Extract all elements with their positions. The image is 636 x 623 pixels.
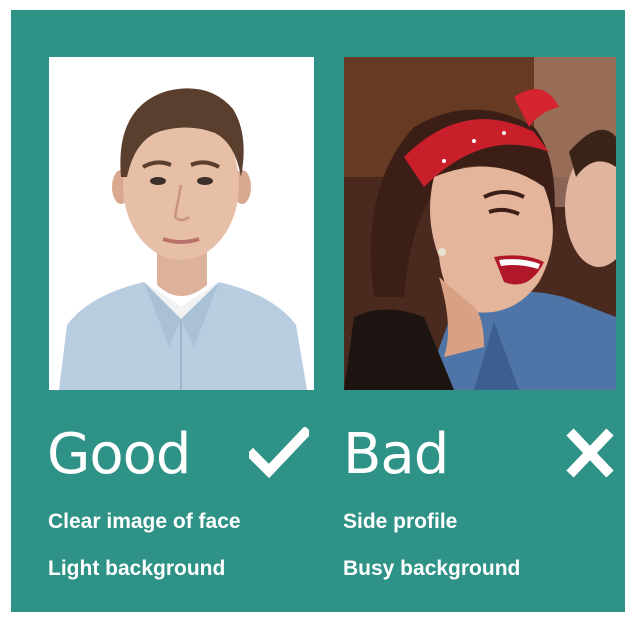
checkmark-icon xyxy=(245,425,313,479)
bad-example-photo xyxy=(344,57,616,390)
good-example-photo xyxy=(49,57,314,390)
cross-icon xyxy=(563,427,617,479)
bad-criterion-2: Busy background xyxy=(343,557,521,580)
good-label: Good xyxy=(47,422,191,487)
photo-guidelines-panel: Good Bad Clear image of face Light backg… xyxy=(11,10,625,612)
good-criterion-2: Light background xyxy=(48,557,226,580)
bad-criterion-1: Side profile xyxy=(343,510,458,533)
bad-label: Bad xyxy=(343,422,449,487)
good-criterion-1: Clear image of face xyxy=(48,510,241,533)
